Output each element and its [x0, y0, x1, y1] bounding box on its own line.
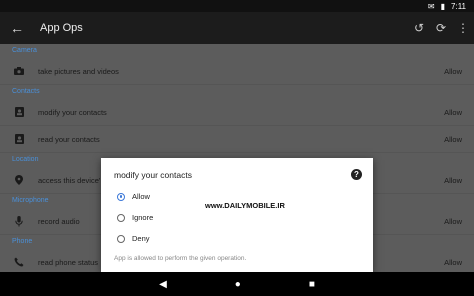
back-arrow-icon[interactable]: ←	[0, 20, 34, 36]
location-pin-icon	[0, 175, 38, 185]
section-header: Camera	[12, 47, 37, 54]
list-item-value: Allow	[444, 175, 462, 185]
list-item[interactable]: modify your contacts Allow	[0, 99, 474, 126]
page-title: App Ops	[40, 22, 83, 34]
dialog-title: modify your contacts	[114, 170, 192, 180]
navigation-bar: ◀ ● ■	[0, 272, 474, 296]
option-label: Deny	[132, 234, 150, 243]
refresh-icon[interactable]: ⟳	[430, 21, 452, 35]
sim-icon: ✉	[427, 1, 435, 11]
list-item[interactable]: read your contacts Allow	[0, 126, 474, 153]
option-ignore[interactable]: Ignore	[117, 213, 153, 222]
list-item-value: Allow	[444, 107, 462, 117]
option-label: Allow	[132, 192, 150, 201]
dialog-description: App is allowed to perform the given oper…	[114, 255, 247, 262]
list-item-value: Allow	[444, 257, 462, 267]
watermark: www.DAILYMOBILE.IR	[205, 201, 285, 210]
nav-home-icon[interactable]: ●	[235, 279, 241, 290]
list-item-value: Allow	[444, 66, 462, 76]
option-allow[interactable]: Allow	[117, 192, 150, 201]
option-label: Ignore	[132, 213, 154, 222]
nav-back-icon[interactable]: ◀	[159, 279, 167, 290]
op-mode-dialog: modify your contacts ? www.DAILYMOBILE.I…	[101, 158, 373, 272]
more-icon[interactable]: ⋮	[452, 21, 474, 35]
radio-icon[interactable]	[117, 213, 125, 222]
phone-icon	[0, 257, 38, 267]
list-item-label: take pictures and videos	[38, 66, 119, 76]
radio-selected-icon[interactable]	[117, 192, 125, 201]
list-item-value: Allow	[444, 134, 462, 144]
nav-recents-icon[interactable]: ■	[309, 279, 315, 290]
list-item-label: read your contacts	[38, 134, 100, 144]
contacts-icon	[0, 134, 38, 144]
help-icon[interactable]: ?	[351, 169, 362, 180]
app-bar: ← App Ops ↺ ⟳ ⋮	[0, 12, 474, 44]
list-item[interactable]: take pictures and videos Allow	[0, 58, 474, 85]
status-bar: ✉ ▮ 7:11	[0, 0, 474, 12]
history-icon[interactable]: ↺	[408, 21, 430, 35]
section-header: Contacts	[12, 88, 40, 95]
microphone-icon	[0, 215, 38, 227]
contacts-icon	[0, 107, 38, 117]
list-item-label: modify your contacts	[38, 107, 107, 117]
list-item-value: Allow	[444, 216, 462, 226]
status-time: 7:11	[451, 1, 466, 11]
option-deny[interactable]: Deny	[117, 234, 150, 243]
radio-icon[interactable]	[117, 234, 125, 243]
battery-icon: ▮	[440, 1, 446, 11]
camera-icon	[0, 67, 38, 75]
